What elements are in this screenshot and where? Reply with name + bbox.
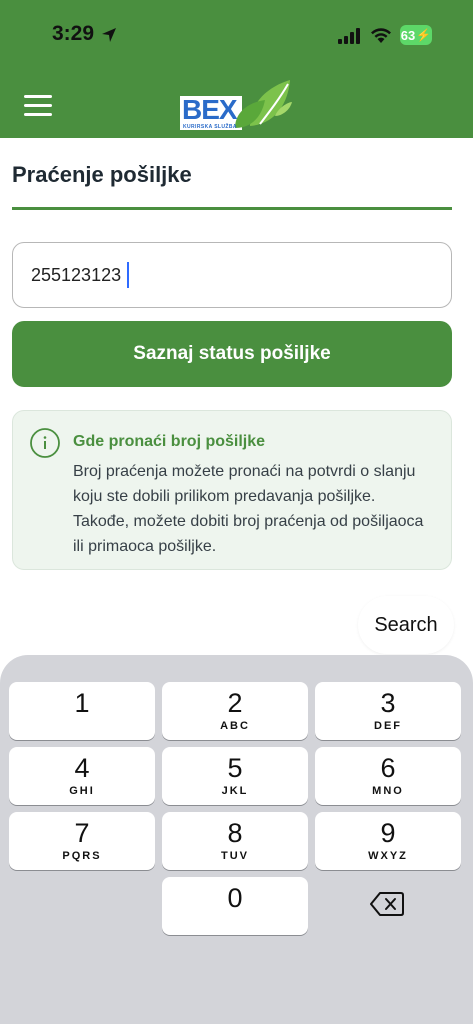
key-letters: PQRS — [62, 850, 102, 862]
check-status-button[interactable]: Saznaj status pošiljke — [12, 321, 452, 387]
key-number: 6 — [380, 753, 396, 783]
info-icon — [30, 428, 60, 458]
key-4[interactable]: 4 GHI — [9, 747, 155, 805]
app-header: 3:29 63 ⚡ BEX KURIRSKA SLUŽBA — [0, 0, 473, 138]
key-0[interactable]: 0 — [162, 877, 308, 935]
logo-subtitle: KURIRSKA SLUŽBA — [183, 124, 237, 130]
key-number: 9 — [380, 818, 396, 848]
key-8[interactable]: 8 TUV — [162, 812, 308, 870]
title-divider — [12, 207, 452, 210]
charging-bolt-icon: ⚡ — [416, 28, 432, 42]
status-bar: 3:29 63 ⚡ — [0, 0, 473, 70]
key-2[interactable]: 2 ABC — [162, 682, 308, 740]
keyboard-search-button[interactable]: Search — [358, 596, 454, 654]
key-6[interactable]: 6 MNO — [315, 747, 461, 805]
text-cursor — [127, 262, 129, 288]
battery-indicator: 63 ⚡ — [400, 25, 432, 45]
key-number: 5 — [227, 753, 243, 783]
key-number: 0 — [227, 883, 243, 913]
key-letters: ABC — [220, 720, 250, 732]
key-5[interactable]: 5 JKL — [162, 747, 308, 805]
key-number: 7 — [74, 818, 90, 848]
key-number: 3 — [380, 688, 396, 718]
key-9[interactable]: 9 WXYZ — [315, 812, 461, 870]
key-number: 8 — [227, 818, 243, 848]
status-time: 3:29 — [52, 22, 95, 45]
key-letters: DEF — [374, 720, 402, 732]
info-text: Broj praćenja možete pronaći na potvrdi … — [73, 463, 424, 555]
key-number: 4 — [74, 753, 90, 783]
key-letters: MNO — [372, 785, 404, 797]
wifi-icon — [371, 28, 391, 43]
key-letters: JKL — [221, 785, 249, 797]
key-number: 2 — [227, 688, 243, 718]
backspace-icon[interactable] — [370, 890, 404, 918]
key-1[interactable]: 1 — [9, 682, 155, 740]
key-letters: TUV — [221, 850, 249, 862]
tracking-number-input[interactable] — [12, 242, 452, 308]
hamburger-menu-icon[interactable] — [24, 95, 52, 117]
key-7[interactable]: 7 PQRS — [9, 812, 155, 870]
key-letters: GHI — [69, 785, 95, 797]
location-arrow-icon — [102, 28, 116, 42]
logo-text: BEX — [182, 94, 238, 125]
key-number: 1 — [74, 688, 90, 718]
battery-level: 63 — [400, 27, 416, 43]
key-3[interactable]: 3 DEF — [315, 682, 461, 740]
bex-logo: BEX KURIRSKA SLUŽBA — [180, 76, 295, 136]
info-title: Gde pronaći broj pošiljke — [73, 433, 266, 450]
info-box: Gde pronaći broj pošiljke Broj praćenja … — [12, 410, 452, 570]
cellular-signal-icon — [338, 28, 360, 44]
key-letters: WXYZ — [368, 850, 408, 862]
page-title: Praćenje pošiljke — [12, 162, 192, 187]
